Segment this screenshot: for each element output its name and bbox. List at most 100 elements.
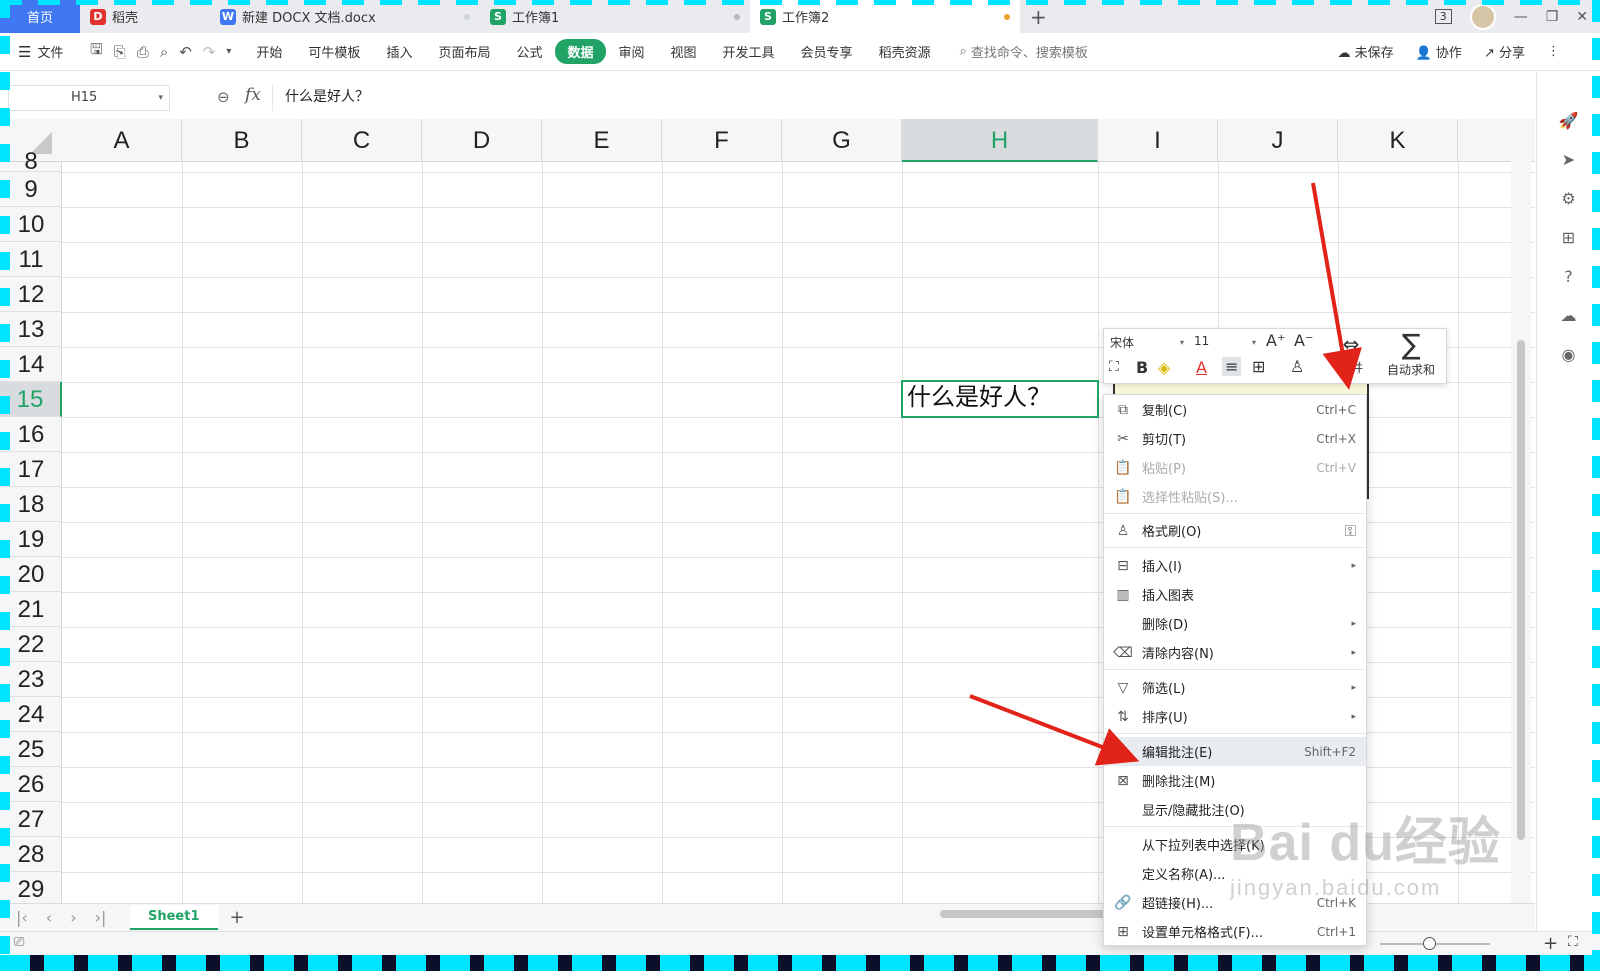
share-button[interactable]: ↗ 分享: [1484, 42, 1525, 61]
paste-special-icon: 📋: [1114, 488, 1132, 505]
rocket-icon[interactable]: 🚀: [1559, 111, 1579, 130]
column-header-i[interactable]: I: [1098, 119, 1218, 162]
font-size-select[interactable]: 11 ▾: [1194, 334, 1260, 354]
font-name-select[interactable]: 宋体 ▾: [1110, 334, 1190, 354]
restore-icon[interactable]: ❐: [1546, 9, 1559, 25]
help-icon[interactable]: ?: [1564, 267, 1573, 286]
increase-font-icon[interactable]: A⁺: [1266, 331, 1285, 350]
frame-border-bottom: [0, 955, 1600, 971]
zoom-slider[interactable]: [1380, 937, 1490, 950]
name-box[interactable]: H15 ▾: [8, 85, 170, 111]
chevron-right-icon: ▸: [1351, 711, 1356, 722]
macro-record-icon[interactable]: ⎚: [14, 935, 24, 950]
tab-workbook2-label: 工作簿2: [782, 11, 830, 26]
chevron-down-icon[interactable]: ▾: [158, 86, 163, 110]
column-header-c[interactable]: C: [302, 119, 422, 162]
zoom-in-icon[interactable]: +: [1543, 933, 1558, 954]
sliders-icon[interactable]: ⚙: [1561, 189, 1575, 208]
fill-color-icon[interactable]: ◈: [1158, 358, 1170, 377]
column-header-f[interactable]: F: [662, 119, 782, 162]
file-menu-button[interactable]: ☰ 文件: [0, 42, 78, 62]
sheet-tab-sheet1[interactable]: Sheet1: [130, 905, 218, 930]
decrease-font-icon[interactable]: A⁻: [1294, 331, 1313, 350]
tab-docer-resources[interactable]: 稻壳资源: [866, 42, 944, 61]
menu-item-sort[interactable]: ⇅ 排序(U) ▸: [1104, 702, 1366, 731]
column-header-h[interactable]: H: [902, 119, 1098, 162]
tab-formula[interactable]: 公式: [503, 42, 555, 61]
menu-item-insert-chart[interactable]: ▥ 插入图表: [1104, 580, 1366, 609]
command-search[interactable]: ⌕ 查找命令、搜索模板: [960, 42, 1088, 61]
select-icon[interactable]: ⛶: [1109, 359, 1119, 375]
menu-item-filter[interactable]: ▽ 筛选(L) ▸: [1104, 673, 1366, 702]
print-preview-icon[interactable]: ⌕: [160, 43, 168, 61]
column-header-b[interactable]: B: [182, 119, 302, 162]
active-cell-h15[interactable]: 什么是好人？: [901, 380, 1099, 418]
cursor-icon[interactable]: ➤: [1562, 150, 1575, 169]
tab-insert[interactable]: 插入: [373, 42, 425, 61]
column-header-e[interactable]: E: [542, 119, 662, 162]
next-sheet-icon[interactable]: ›: [70, 908, 76, 927]
column-header-j[interactable]: J: [1218, 119, 1338, 162]
merge-button[interactable]: ⇔ 合并: [1326, 329, 1376, 385]
format-brush-icon[interactable]: ♙: [1290, 357, 1304, 376]
avatar[interactable]: [1469, 3, 1496, 30]
chevron-right-icon: ▸: [1351, 682, 1356, 693]
export-icon[interactable]: ⎘: [114, 43, 126, 61]
menu-item-label: 粘贴(P): [1142, 462, 1186, 477]
vertical-scrollbar-thumb[interactable]: [1517, 340, 1525, 840]
location-icon[interactable]: ◉: [1562, 345, 1576, 364]
tab-member[interactable]: 会员专享: [788, 42, 866, 61]
fullscreen-icon[interactable]: ⛶: [1568, 934, 1578, 950]
tab-page-layout[interactable]: 页面布局: [425, 42, 503, 61]
close-icon[interactable]: ✕: [1576, 9, 1588, 25]
formula-input[interactable]: 什么是好人？: [272, 85, 1552, 111]
tab-start[interactable]: 开始: [243, 42, 295, 61]
unsaved-button[interactable]: ☁ 未保存: [1337, 42, 1393, 61]
bold-icon[interactable]: B: [1136, 358, 1148, 377]
fx-icon[interactable]: fx: [245, 85, 261, 105]
minimize-icon[interactable]: —: [1514, 9, 1528, 25]
first-sheet-icon[interactable]: |‹: [16, 908, 28, 927]
tab-developer[interactable]: 开发工具: [710, 42, 788, 61]
tab-view[interactable]: 视图: [658, 42, 710, 61]
gridline: [662, 162, 663, 903]
column-header-k[interactable]: K: [1338, 119, 1458, 162]
menu-item-format-painter[interactable]: ♙ 格式刷(O) ⚿: [1104, 516, 1366, 545]
autosum-button[interactable]: ∑ 自动求和: [1376, 329, 1446, 385]
align-center-icon[interactable]: ≡: [1222, 357, 1242, 376]
ribbon: ☰ 文件 🖫 ⎘ ⎙ ⌕ ↶ ↷ ▾ 开始 可牛模板 插入 页面布局 公式 数据…: [0, 33, 1600, 71]
tab-data[interactable]: 数据: [555, 39, 606, 64]
more-icon[interactable]: ⋮: [1547, 44, 1560, 59]
layout-icon[interactable]: ⊞: [1562, 228, 1575, 247]
font-color-icon[interactable]: A: [1196, 358, 1207, 377]
last-sheet-icon[interactable]: ›|: [95, 908, 107, 927]
menu-item-edit-comment[interactable]: ✎ 编辑批注(E) Shift+F2: [1104, 737, 1366, 766]
collab-button[interactable]: 👤 协作: [1416, 42, 1462, 61]
menu-item-delete[interactable]: 删除(D) ▸: [1104, 609, 1366, 638]
tab-review[interactable]: 审阅: [606, 42, 658, 61]
menu-item-insert[interactable]: ⊟ 插入(I) ▸: [1104, 551, 1366, 580]
menu-item-clear-contents[interactable]: ⌫ 清除内容(N) ▸: [1104, 638, 1366, 667]
cloud-sync-icon[interactable]: ☁: [1561, 306, 1577, 325]
vertical-scrollbar[interactable]: [1511, 120, 1531, 903]
menu-item-delete-comment[interactable]: ⊠ 删除批注(M): [1104, 766, 1366, 795]
format-painter-lock-icon[interactable]: ⚿: [1345, 522, 1356, 540]
add-sheet-icon[interactable]: +: [230, 907, 245, 928]
undo-icon[interactable]: ↶: [179, 43, 192, 61]
column-header-d[interactable]: D: [422, 119, 542, 162]
column-header-a[interactable]: A: [62, 119, 182, 162]
customize-icon[interactable]: ▾: [226, 46, 231, 57]
window-counter-button[interactable]: 3: [1434, 9, 1452, 24]
print-icon[interactable]: ⎙: [137, 43, 149, 61]
docer-icon: D: [90, 8, 106, 25]
menu-item-cut[interactable]: ✂ 剪切(T) Ctrl+X: [1104, 424, 1366, 453]
prev-sheet-icon[interactable]: ‹: [46, 908, 52, 927]
redo-icon[interactable]: ↷: [203, 43, 216, 61]
menu-item-copy[interactable]: ⧉ 复制(C) Ctrl+C: [1104, 395, 1366, 424]
border-icon[interactable]: ⊞: [1252, 357, 1265, 376]
column-header-g[interactable]: G: [782, 119, 902, 162]
search-placeholder: 查找命令、搜索模板: [970, 46, 1088, 61]
tab-templates[interactable]: 可牛模板: [295, 42, 373, 61]
zoom-lens-icon[interactable]: ⊖: [217, 88, 230, 106]
save-icon[interactable]: 🖫: [90, 39, 103, 64]
